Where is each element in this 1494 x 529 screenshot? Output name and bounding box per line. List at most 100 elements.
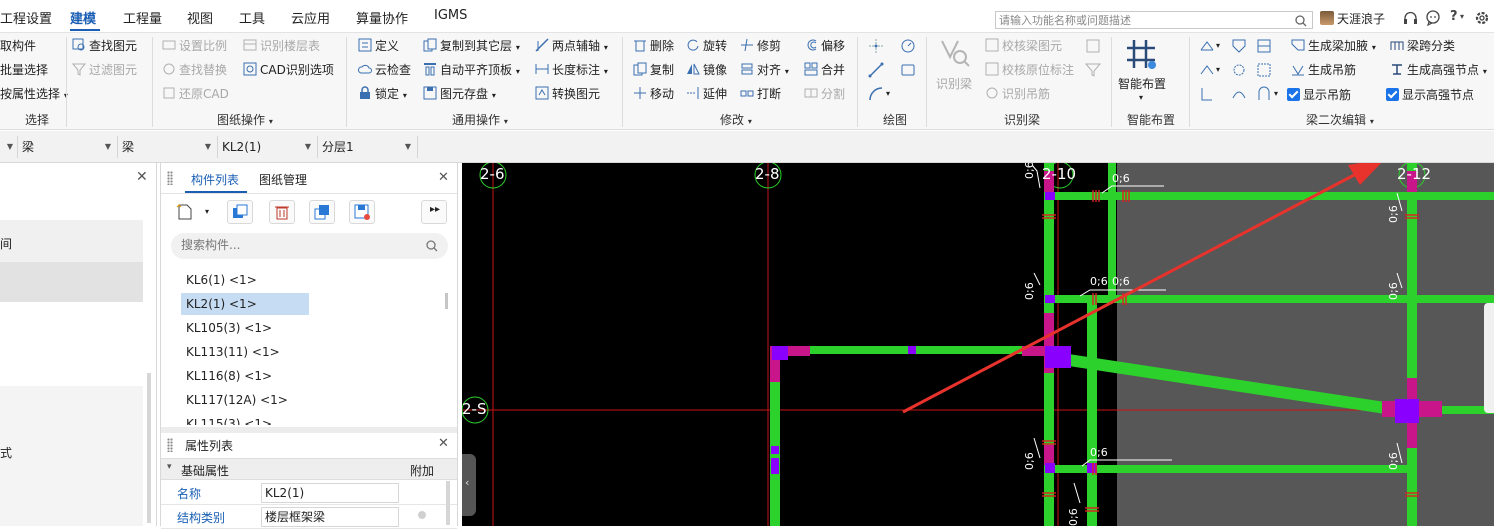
close-icon[interactable]: ✕ — [136, 169, 148, 185]
close-icon[interactable]: ✕ — [438, 436, 449, 451]
beam-horizontal[interactable] — [1054, 295, 1407, 303]
mirror-button[interactable]: 镜像 — [686, 62, 727, 78]
layer-copy-button[interactable] — [309, 200, 335, 224]
menu-collab[interactable]: 算量协作 — [356, 8, 408, 27]
set-scale-button[interactable]: 设置比例 — [162, 38, 227, 54]
beam-edit-icon-4[interactable] — [1199, 62, 1215, 78]
new-dropdown-icon[interactable]: ▾ — [205, 207, 209, 216]
column[interactable] — [771, 458, 779, 474]
define-button[interactable]: 定义 — [358, 38, 399, 54]
length-dimension-button[interactable]: 长度标注 ▾ — [535, 62, 608, 80]
beam-horizontal[interactable] — [1417, 295, 1494, 303]
left-scrollbar[interactable] — [147, 373, 151, 523]
property-value[interactable]: 楼层框架梁 — [261, 507, 399, 527]
close-icon[interactable]: ✕ — [438, 170, 449, 185]
column[interactable] — [1045, 295, 1055, 303]
check-annotation-button[interactable]: 校核原位标注 — [985, 62, 1074, 78]
property-section-header[interactable]: ▾ 基础属性 附加 — [161, 458, 457, 480]
show-hanger-checkbox[interactable]: 显示吊筋 — [1287, 87, 1351, 103]
list-item[interactable]: KL6(1) <1> — [181, 269, 309, 291]
move-button[interactable]: 移动 — [633, 86, 674, 102]
beam-edit-icon-6[interactable] — [1256, 62, 1272, 78]
filter-element-button[interactable]: 过滤图元 — [72, 62, 137, 78]
menu-project-settings[interactable]: 工程设置 — [0, 8, 52, 27]
canvas-side-toolbar[interactable] — [1484, 303, 1494, 413]
menu-modeling[interactable]: 建模 — [70, 8, 96, 27]
smart-layout-icon[interactable] — [1125, 38, 1159, 70]
help-icon[interactable]: ? — [1450, 9, 1458, 24]
tab-component-list[interactable]: 构件列表 — [191, 171, 239, 188]
search-icon[interactable] — [426, 240, 438, 252]
column[interactable] — [771, 446, 779, 454]
component-search-input[interactable] — [171, 233, 401, 257]
list-item[interactable]: KL115(3) <1> — [181, 413, 309, 425]
avatar[interactable] — [1320, 11, 1334, 25]
beam-edit-dropdown-icon-2[interactable]: ▾ — [1216, 65, 1220, 74]
recognize-beam-icon[interactable] — [938, 37, 972, 69]
cloud-check-button[interactable]: 云检查 — [358, 62, 411, 78]
merge-button[interactable]: 合并 — [804, 62, 845, 78]
beam-edit-icon-7[interactable] — [1199, 86, 1215, 102]
beam-horizontal[interactable] — [1054, 465, 1407, 473]
identify-floor-table-button[interactable]: 识别楼层表 — [243, 38, 320, 54]
column[interactable] — [908, 346, 916, 354]
menu-quantity[interactable]: 工程量 — [123, 8, 162, 27]
drag-handle[interactable] — [167, 438, 173, 452]
selector-type[interactable]: 梁 ▼ — [18, 136, 118, 158]
auto-align-slab-button[interactable]: 自动平齐顶板 ▾ — [423, 62, 520, 80]
trim-button[interactable]: 修剪 — [740, 38, 781, 54]
collapse-icon[interactable]: ▾ — [167, 462, 172, 472]
cad-canvas[interactable]: 2-6 2-8 2-10 2-12 2-S 0;6 0;6 0;6 0;6 0;… — [462, 163, 1494, 526]
delete-button[interactable]: 删除 — [633, 38, 674, 54]
find-replace-button[interactable]: 查找替换 — [162, 62, 227, 78]
selector-subtype[interactable]: 梁 ▼ — [118, 136, 218, 158]
new-component-icon[interactable] — [176, 203, 196, 221]
list-item[interactable]: KL105(3) <1> — [181, 317, 309, 339]
user-name[interactable]: 天涯浪子 — [1337, 10, 1385, 27]
rect-draw-icon[interactable] — [900, 62, 916, 78]
selector-layer[interactable]: 分层1 ▼ — [318, 136, 418, 158]
property-value[interactable]: KL2(1) — [261, 483, 399, 503]
beam-edit-icon-5[interactable] — [1231, 62, 1247, 78]
break-button[interactable]: 打断 — [740, 86, 781, 102]
cad-drawing[interactable] — [462, 163, 1494, 526]
copy-button[interactable]: 复制 — [633, 62, 674, 78]
function-search[interactable] — [995, 11, 1313, 29]
expand-toolbar-button[interactable]: ▸▸ — [421, 200, 447, 224]
prop-scrollbar[interactable] — [446, 481, 450, 525]
beam-edit-icon-2[interactable] — [1231, 38, 1247, 54]
function-search-input[interactable] — [996, 12, 1276, 28]
tab-drawing-manage[interactable]: 图纸管理 — [259, 171, 307, 188]
left-panel-row[interactable] — [0, 220, 143, 262]
panel-collapse-handle[interactable]: ‹ — [462, 454, 476, 516]
column[interactable] — [1045, 192, 1055, 200]
beam-vertical[interactable] — [1087, 303, 1097, 526]
beam-edit-dropdown-icon[interactable]: ▾ — [1216, 41, 1220, 50]
beam-tool-icon[interactable] — [1085, 38, 1101, 54]
menu-view[interactable]: 视图 — [187, 8, 213, 27]
column[interactable] — [1045, 463, 1055, 473]
rotate-point-icon[interactable] — [900, 38, 916, 54]
list-scrollbar[interactable] — [445, 293, 448, 309]
show-hanger-check-icon[interactable] — [1287, 88, 1300, 101]
align-button[interactable]: 对齐 ▾ — [740, 62, 789, 80]
generate-hanger-button[interactable]: 生成吊筋 — [1291, 62, 1356, 78]
smart-layout-dropdown-icon[interactable]: ▾ — [1139, 93, 1143, 102]
beam-edit-dropdown-icon-3[interactable]: ▾ — [1274, 89, 1278, 98]
beam-horizontal[interactable] — [1054, 192, 1407, 200]
generate-beam-haunch-button[interactable]: 生成梁加腋 ▾ — [1291, 38, 1376, 56]
headset-icon[interactable] — [1403, 11, 1418, 26]
beam-edit-icon-1[interactable] — [1199, 38, 1215, 54]
line-draw-icon[interactable] — [868, 62, 884, 78]
arc-dropdown-icon[interactable]: ▾ — [886, 89, 890, 98]
point-draw-icon[interactable] — [868, 38, 884, 54]
recognize-beam-button[interactable]: 识别梁 — [936, 76, 972, 92]
smart-layout-button[interactable]: 智能布置 — [1118, 76, 1166, 92]
rotate-button[interactable]: 旋转 — [686, 38, 727, 54]
menu-tools[interactable]: 工具 — [239, 8, 265, 27]
offset-button[interactable]: 偏移 — [804, 38, 845, 54]
component-search[interactable] — [171, 233, 448, 259]
property-row[interactable]: 名称 KL2(1) — [161, 481, 457, 505]
two-point-axis-button[interactable]: 两点辅轴 ▾ — [535, 38, 608, 56]
extend-button[interactable]: 延伸 — [686, 86, 727, 102]
